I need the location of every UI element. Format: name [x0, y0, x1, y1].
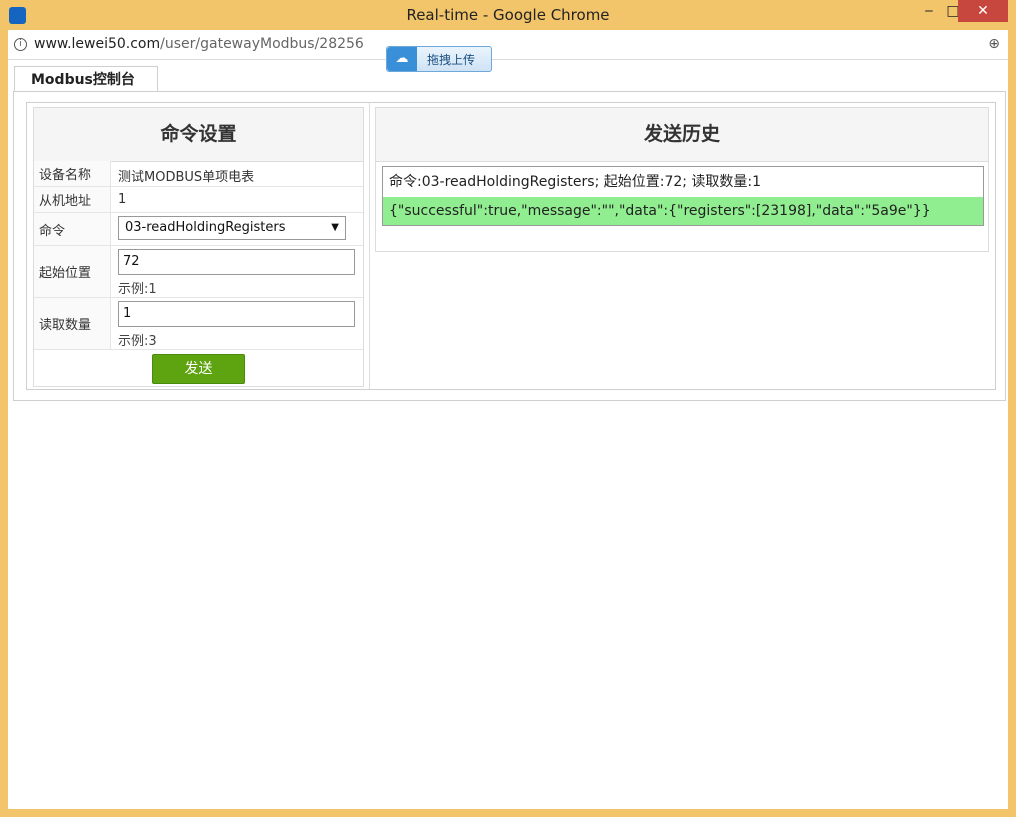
device-name-row: 设备名称 测试MODBUS单项电表	[34, 161, 363, 187]
title-bar: Real-time - Google Chrome ‒ □ ✕	[0, 0, 1016, 30]
history-list: 命令:03-readHoldingRegisters; 起始位置:72; 读取数…	[382, 166, 984, 226]
send-history-title: 发送历史	[376, 108, 988, 162]
zoom-icon[interactable]: ⊕	[988, 36, 1000, 52]
history-response-line: {"successful":true,"message":"","data":{…	[383, 197, 983, 225]
history-command-line: 命令:03-readHoldingRegisters; 起始位置:72; 读取数…	[389, 174, 762, 190]
console-container: 命令设置 设备名称 测试MODBUS单项电表 从机地址 1 命令 03-read…	[26, 102, 996, 390]
command-select-value: 03-readHoldingRegisters	[125, 220, 286, 235]
column-divider	[369, 103, 370, 389]
url-domain: www.lewei50.com	[34, 36, 161, 52]
upload-label: 拖拽上传	[427, 53, 476, 67]
close-button[interactable]: ✕	[958, 0, 1008, 22]
slave-address-label: 从机地址	[34, 187, 111, 212]
read-count-row: 读取数量 1 示例:3	[34, 298, 363, 350]
start-position-label: 起始位置	[34, 246, 111, 297]
url-path: /user/gatewayModbus/28256	[160, 36, 364, 52]
command-settings-panel: 命令设置 设备名称 测试MODBUS单项电表 从机地址 1 命令 03-read…	[33, 107, 364, 387]
read-count-input[interactable]: 1	[118, 301, 355, 327]
window-title: Real-time - Google Chrome	[406, 6, 610, 24]
command-row: 命令 03-readHoldingRegisters ▼	[34, 213, 363, 246]
drag-upload-button[interactable]: ☁ 拖拽上传	[386, 46, 492, 72]
start-position-row: 起始位置 72 示例:1	[34, 246, 363, 298]
send-history-panel: 发送历史 命令:03-readHoldingRegisters; 起始位置:72…	[375, 107, 989, 252]
start-position-input[interactable]: 72	[118, 249, 355, 275]
url-text[interactable]: www.lewei50.com/user/gatewayModbus/28256	[34, 36, 364, 52]
command-select[interactable]: 03-readHoldingRegisters ▼	[118, 216, 346, 240]
cloud-icon: ☁	[387, 47, 417, 71]
dropdown-arrow-icon: ▼	[331, 222, 339, 233]
minimize-button[interactable]: ‒	[918, 0, 940, 22]
start-position-hint: 示例:1	[118, 282, 157, 297]
slave-address-value: 1	[118, 192, 127, 207]
tab-panel: 命令设置 设备名称 测试MODBUS单项电表 从机地址 1 命令 03-read…	[13, 91, 1006, 401]
command-label: 命令	[34, 213, 111, 245]
command-settings-title: 命令设置	[34, 108, 363, 162]
address-bar[interactable]: i www.lewei50.com/user/gatewayModbus/282…	[8, 30, 1008, 60]
info-icon[interactable]: i	[14, 38, 27, 51]
send-button[interactable]: 发送	[152, 354, 245, 384]
read-count-label: 读取数量	[34, 298, 111, 349]
slave-address-row: 从机地址 1	[34, 187, 363, 213]
browser-client: i www.lewei50.com/user/gatewayModbus/282…	[8, 30, 1008, 809]
device-name-label: 设备名称	[34, 161, 111, 186]
read-count-hint: 示例:3	[118, 334, 157, 349]
tab-modbus-console[interactable]: Modbus控制台	[14, 66, 158, 92]
device-name-value: 测试MODBUS单项电表	[118, 170, 255, 185]
